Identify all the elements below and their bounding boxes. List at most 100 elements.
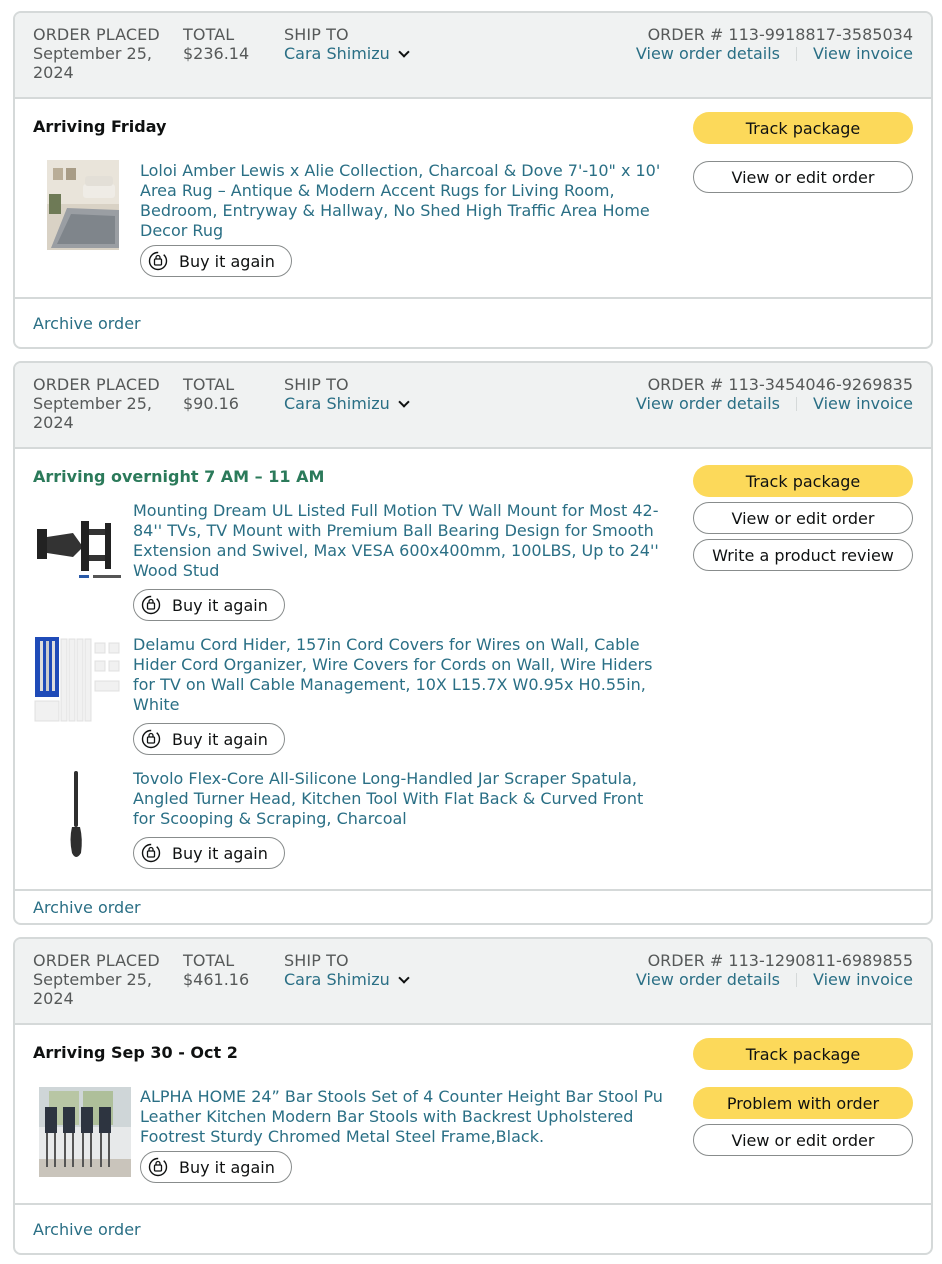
chevron-down-icon	[398, 395, 410, 408]
ship-to-label: SHIP TO	[284, 375, 349, 394]
archive-order-link[interactable]: Archive order	[33, 314, 141, 333]
order-total: $90.16	[183, 394, 239, 413]
buy-again-icon	[148, 1157, 168, 1177]
total-label: TOTAL	[183, 375, 235, 394]
ship-to-dropdown[interactable]: Cara Shimizu	[284, 44, 410, 63]
track-package-button[interactable]: Track package	[693, 1038, 913, 1070]
product-title-link[interactable]: Tovolo Flex-Core All-Silicone Long-Handl…	[133, 769, 663, 829]
view-invoice-link[interactable]: View invoice	[813, 970, 913, 989]
view-invoice-link[interactable]: View invoice	[813, 44, 913, 63]
view-order-details-link[interactable]: View order details	[636, 44, 780, 63]
view-edit-order-button[interactable]: View or edit order	[693, 161, 913, 193]
order-number: ORDER # 113-3454046-9269835	[647, 375, 913, 394]
order-date: September 25,	[33, 394, 152, 413]
track-package-button[interactable]: Track package	[693, 465, 913, 497]
order-card: ORDER PLACED September 25, 2024 TOTAL $2…	[13, 11, 933, 349]
product-image-rug[interactable]	[47, 160, 119, 250]
ship-to-dropdown[interactable]: Cara Shimizu	[284, 394, 410, 413]
total-label: TOTAL	[183, 951, 235, 970]
track-package-button[interactable]: Track package	[693, 112, 913, 144]
ship-to-name: Cara Shimizu	[284, 394, 390, 413]
view-edit-order-button[interactable]: View or edit order	[693, 1124, 913, 1156]
cord-hider-image	[33, 635, 125, 725]
buy-again-button[interactable]: Buy it again	[133, 589, 285, 621]
buy-again-button[interactable]: Buy it again	[140, 245, 292, 277]
archive-order-link[interactable]: Archive order	[33, 898, 141, 917]
order-header: ORDER PLACED September 25, 2024 TOTAL $2…	[15, 13, 931, 99]
buy-again-label: Buy it again	[179, 251, 275, 271]
product-image-tv-mount[interactable]	[33, 507, 125, 583]
delivery-status: Arriving overnight 7 AM – 11 AM	[33, 467, 325, 486]
total-label: TOTAL	[183, 25, 235, 44]
product-title-link[interactable]: ALPHA HOME 24” Bar Stools Set of 4 Count…	[140, 1087, 670, 1147]
ship-to-dropdown[interactable]: Cara Shimizu	[284, 970, 410, 989]
ship-to-column: SHIP TO Cara Shimizu	[284, 951, 444, 989]
ship-to-label: SHIP TO	[284, 25, 349, 44]
order-total-column: TOTAL $461.16	[183, 951, 273, 989]
buy-again-label: Buy it again	[172, 729, 268, 749]
link-divider	[796, 972, 798, 987]
buy-again-button[interactable]: Buy it again	[133, 837, 285, 869]
order-placed-label: ORDER PLACED	[33, 25, 160, 44]
delivery-status: Arriving Sep 30 - Oct 2	[33, 1043, 238, 1062]
ship-to-column: SHIP TO Cara Shimizu	[284, 25, 444, 63]
buy-again-label: Buy it again	[172, 843, 268, 863]
order-links: View order details View invoice	[636, 970, 913, 989]
view-order-details-link[interactable]: View order details	[636, 970, 780, 989]
tv-mount-image	[33, 507, 125, 583]
order-placed-column: ORDER PLACED September 25, 2024	[33, 951, 173, 1008]
order-card: ORDER PLACED September 25, 2024 TOTAL $4…	[13, 937, 933, 1255]
product-title-link[interactable]: Delamu Cord Hider, 157in Cord Covers for…	[133, 635, 663, 715]
ship-to-label: SHIP TO	[284, 951, 349, 970]
buy-again-icon	[141, 729, 161, 749]
product-image-bar-stools[interactable]	[39, 1087, 131, 1177]
order-date-year: 2024	[33, 989, 74, 1008]
order-total: $461.16	[183, 970, 250, 989]
order-total: $236.14	[183, 44, 250, 63]
order-placed-column: ORDER PLACED September 25, 2024	[33, 375, 173, 432]
view-edit-order-button[interactable]: View or edit order	[693, 502, 913, 534]
link-divider	[796, 396, 798, 411]
order-total-column: TOTAL $236.14	[183, 25, 273, 63]
buy-again-label: Buy it again	[179, 1157, 275, 1177]
buy-again-button[interactable]: Buy it again	[140, 1151, 292, 1183]
order-header: ORDER PLACED September 25, 2024 TOTAL $9…	[15, 363, 931, 449]
view-order-details-link[interactable]: View order details	[636, 394, 780, 413]
order-footer: Archive order	[15, 297, 931, 347]
order-header: ORDER PLACED September 25, 2024 TOTAL $4…	[15, 939, 931, 1025]
order-footer: Archive order	[15, 1203, 931, 1253]
ship-to-name: Cara Shimizu	[284, 44, 390, 63]
order-total-column: TOTAL $90.16	[183, 375, 273, 413]
buy-again-label: Buy it again	[172, 595, 268, 615]
order-placed-label: ORDER PLACED	[33, 375, 160, 394]
order-date-year: 2024	[33, 63, 74, 82]
spatula-image	[63, 769, 91, 861]
buy-again-icon	[141, 843, 161, 863]
product-image-cord-hider[interactable]	[33, 635, 125, 725]
ship-to-name: Cara Shimizu	[284, 970, 390, 989]
order-date: September 25,	[33, 970, 152, 989]
product-image-spatula[interactable]	[63, 769, 91, 861]
ship-to-column: SHIP TO Cara Shimizu	[284, 375, 444, 413]
product-title-link[interactable]: Mounting Dream UL Listed Full Motion TV …	[133, 501, 663, 581]
order-number-column: ORDER # 113-3454046-9269835 View order d…	[636, 375, 913, 413]
order-date: September 25,	[33, 44, 152, 63]
order-placed-label: ORDER PLACED	[33, 951, 160, 970]
problem-with-order-button[interactable]: Problem with order	[693, 1087, 913, 1119]
buy-again-icon	[148, 251, 168, 271]
view-invoice-link[interactable]: View invoice	[813, 394, 913, 413]
bar-stools-image	[39, 1087, 131, 1177]
order-links: View order details View invoice	[636, 44, 913, 63]
archive-order-link[interactable]: Archive order	[33, 1220, 141, 1239]
order-number-column: ORDER # 113-9918817-3585034 View order d…	[636, 25, 913, 63]
buy-again-icon	[141, 595, 161, 615]
order-card: ORDER PLACED September 25, 2024 TOTAL $9…	[13, 361, 933, 925]
order-number: ORDER # 113-9918817-3585034	[647, 25, 913, 44]
product-title-link[interactable]: Loloi Amber Lewis x Alie Collection, Cha…	[140, 161, 670, 241]
chevron-down-icon	[398, 45, 410, 58]
order-date-year: 2024	[33, 413, 74, 432]
order-placed-column: ORDER PLACED September 25, 2024	[33, 25, 173, 82]
buy-again-button[interactable]: Buy it again	[133, 723, 285, 755]
write-review-button[interactable]: Write a product review	[693, 539, 913, 571]
order-number: ORDER # 113-1290811-6989855	[647, 951, 913, 970]
